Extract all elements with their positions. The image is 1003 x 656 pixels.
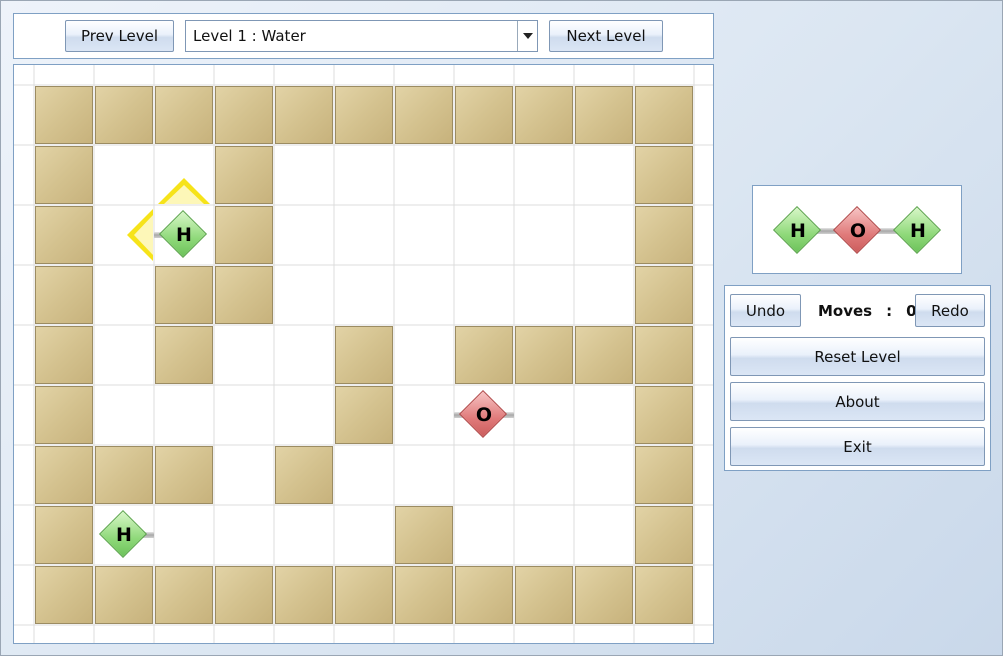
moves-counter: Moves : 0 [818, 302, 917, 320]
wall-tile [575, 326, 633, 384]
wall-tile [35, 446, 93, 504]
atom-symbol: O [475, 404, 493, 426]
wall-tile [275, 86, 333, 144]
wall-tile [155, 326, 213, 384]
wall-tile [335, 86, 393, 144]
game-board[interactable]: H O H [13, 64, 714, 644]
moves-label: Moves [818, 302, 873, 320]
wall-tile [215, 86, 273, 144]
wall-tile [35, 146, 93, 204]
wall-tile [275, 446, 333, 504]
atom-symbol: O [849, 220, 867, 242]
wall-tile [155, 446, 213, 504]
wall-tile [395, 506, 453, 564]
atom-o[interactable]: O [454, 385, 514, 445]
goal-atom-h: H [888, 201, 948, 261]
wall-tile [215, 266, 273, 324]
wall-tile [275, 566, 333, 624]
wall-tile [515, 326, 573, 384]
wall-tile [515, 566, 573, 624]
wall-tile [215, 146, 273, 204]
wall-tile [35, 566, 93, 624]
wall-tile [335, 566, 393, 624]
wall-tile [575, 86, 633, 144]
wall-tile [635, 386, 693, 444]
wall-tile [395, 566, 453, 624]
wall-tile [35, 266, 93, 324]
redo-button[interactable]: Redo [915, 294, 985, 327]
wall-tile [455, 86, 513, 144]
reset-level-button[interactable]: Reset Level [730, 337, 985, 376]
moves-separator: : [886, 302, 893, 320]
next-level-button[interactable]: Next Level [549, 20, 663, 52]
wall-tile [155, 266, 213, 324]
wall-tile [95, 446, 153, 504]
atom-h[interactable]: H [94, 505, 154, 565]
prev-level-button[interactable]: Prev Level [65, 20, 174, 52]
wall-tile [35, 326, 93, 384]
wall-tile [515, 86, 573, 144]
wall-tile [575, 566, 633, 624]
wall-tile [35, 386, 93, 444]
level-select[interactable]: Level 1 : Water [185, 20, 538, 52]
atom-symbol: H [790, 220, 806, 242]
wall-tile [635, 266, 693, 324]
wall-tile [155, 566, 213, 624]
wall-tile [635, 86, 693, 144]
wall-tile [155, 86, 213, 144]
exit-button[interactable]: Exit [730, 427, 985, 466]
wall-tile [635, 566, 693, 624]
wall-tile [35, 506, 93, 564]
goal-atom-o: O [828, 201, 888, 261]
wall-tile [335, 326, 393, 384]
goal-molecule-panel: HOH [752, 185, 962, 274]
level-select-value: Level 1 : Water [193, 27, 306, 45]
move-arrow-up-icon[interactable] [154, 145, 214, 205]
atom-symbol: H [910, 220, 926, 242]
move-arrow-left-icon[interactable] [94, 205, 154, 265]
wall-tile [35, 206, 93, 264]
wall-tile [95, 566, 153, 624]
goal-atom-h: H [768, 201, 828, 261]
about-button[interactable]: About [730, 382, 985, 421]
atom-symbol: H [176, 224, 192, 246]
wall-tile [455, 566, 513, 624]
wall-tile [95, 86, 153, 144]
wall-tile [635, 206, 693, 264]
wall-tile [215, 566, 273, 624]
wall-tile [215, 206, 273, 264]
wall-tile [635, 326, 693, 384]
atom-h[interactable]: H [154, 205, 214, 265]
wall-tile [635, 146, 693, 204]
chevron-down-icon[interactable] [517, 21, 537, 51]
wall-tile [35, 86, 93, 144]
wall-tile [335, 386, 393, 444]
wall-tile [635, 446, 693, 504]
wall-tile [455, 326, 513, 384]
atom-symbol: H [116, 524, 132, 546]
undo-button[interactable]: Undo [730, 294, 801, 327]
wall-tile [395, 86, 453, 144]
wall-tile [635, 506, 693, 564]
